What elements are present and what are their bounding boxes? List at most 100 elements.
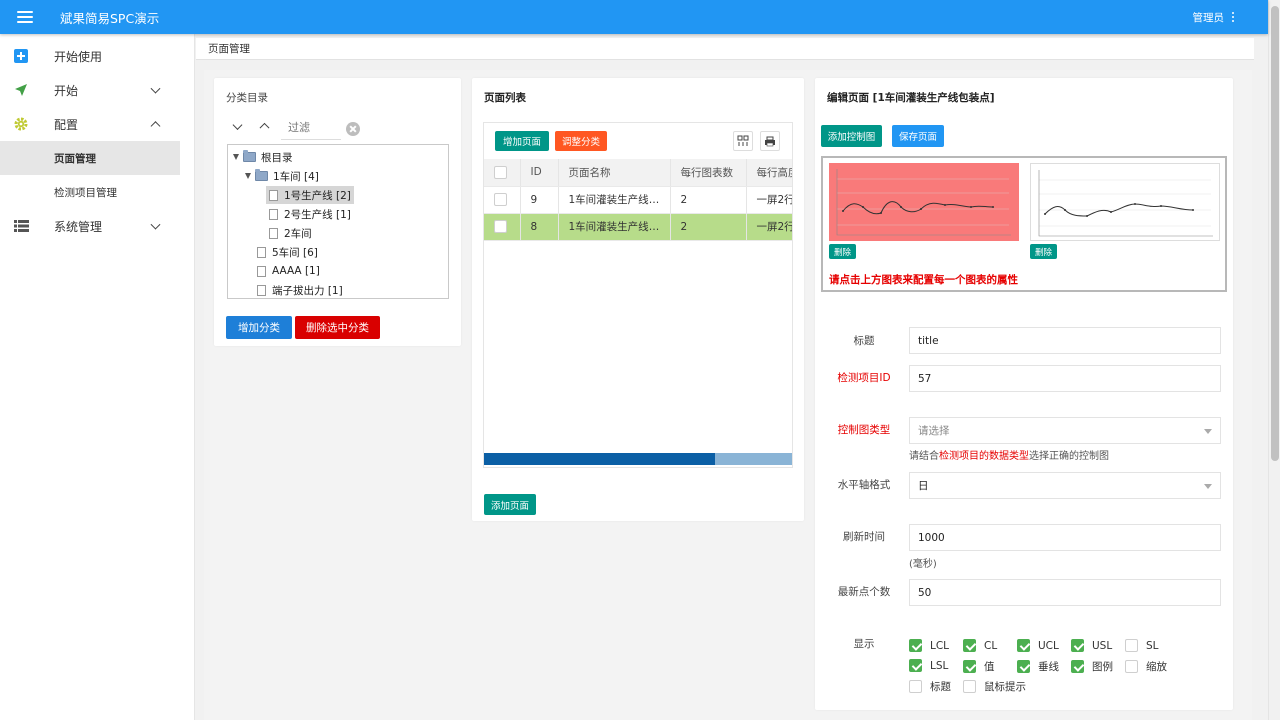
select-all-checkbox[interactable]	[494, 165, 507, 179]
checkbox-checked-icon[interactable]	[1017, 639, 1030, 652]
display-option[interactable]: 缩放	[1125, 659, 1167, 674]
menu-icon[interactable]	[17, 11, 33, 23]
column-header-height[interactable]: 每行高度	[746, 159, 792, 187]
display-option[interactable]: 图例	[1071, 659, 1113, 674]
points-input[interactable]: 50	[909, 579, 1221, 606]
add-page-footer-button[interactable]: 添加页面	[484, 494, 536, 515]
category-tree: 根目录 1车间 [4] 1号生产线 [2] 2号生产线 [1] 2车间 5车间 …	[227, 144, 449, 299]
display-option[interactable]: UCL	[1017, 639, 1059, 652]
chart-type-select[interactable]: 请选择	[909, 417, 1221, 444]
sidebar-item-start[interactable]: 开始	[0, 73, 194, 107]
row-checkbox[interactable]	[494, 220, 507, 233]
tree-node-workshop-1[interactable]: 1车间 [4]	[245, 167, 319, 185]
checkbox-unchecked-icon[interactable]	[1125, 639, 1138, 652]
checkbox-checked-icon[interactable]	[909, 639, 922, 652]
table-horizontal-scrollbar[interactable]	[484, 453, 792, 465]
delete-chart-1-button[interactable]: 删除	[829, 244, 856, 259]
refresh-input[interactable]: 1000	[909, 524, 1221, 551]
delete-category-button[interactable]: 删除选中分类	[295, 316, 380, 339]
page-scrollbar-thumb[interactable]	[1271, 6, 1279, 461]
tree-node-line-1[interactable]: 1号生产线 [2]	[266, 186, 354, 204]
checkbox-checked-icon[interactable]	[1071, 660, 1084, 673]
tree-node-terminal-pull[interactable]: 端子拔出力 [1]	[257, 281, 343, 299]
delete-chart-2-button[interactable]: 删除	[1030, 244, 1057, 259]
app-title: 斌果简易SPC演示	[60, 10, 160, 26]
cell-id: 9	[520, 186, 559, 214]
sidebar-item-page-management[interactable]: 页面管理	[0, 141, 180, 175]
expand-triangle-icon[interactable]	[233, 154, 239, 160]
checkbox-unchecked-icon[interactable]	[1125, 660, 1138, 673]
collapse-all-icon[interactable]	[259, 122, 270, 133]
display-option[interactable]: CL	[963, 639, 997, 652]
tree-node-root[interactable]: 根目录	[233, 148, 293, 166]
adjust-category-button[interactable]: 调整分类	[555, 131, 607, 151]
sidebar-item-getting-started[interactable]: 开始使用	[0, 39, 194, 73]
folder-icon	[255, 169, 268, 181]
tree-node-label: 2号生产线 [1]	[284, 208, 351, 221]
document-icon	[257, 265, 266, 277]
tree-node-label: 根目录	[261, 151, 293, 164]
add-page-button[interactable]: 增加页面	[495, 131, 549, 151]
table-row[interactable]: 8 1车间灌装生产线包装点 2 一屏2行	[484, 213, 792, 241]
table-scrollbar-thumb[interactable]	[484, 453, 715, 465]
chevron-down-icon	[150, 219, 161, 230]
add-category-button[interactable]: 增加分类	[226, 316, 292, 339]
tree-node-aaaa[interactable]: AAAA [1]	[257, 262, 320, 280]
display-option[interactable]: USL	[1071, 639, 1112, 652]
checkbox-cell	[484, 213, 521, 241]
title-input[interactable]: title	[909, 327, 1221, 354]
sidebar-item-system[interactable]: 系统管理	[0, 209, 194, 243]
display-option[interactable]: 标题	[909, 679, 951, 694]
display-option-label: LCL	[930, 639, 950, 652]
display-option[interactable]: LCL	[909, 639, 949, 652]
add-chart-button[interactable]: 添加控制图	[821, 125, 882, 147]
points-label: 最新点个数	[837, 586, 891, 598]
help-text-pre: 请结合	[909, 451, 939, 462]
checkbox-checked-icon[interactable]	[963, 660, 976, 673]
column-header-per-row[interactable]: 每行图表数	[670, 159, 747, 187]
document-icon	[269, 189, 278, 201]
page-list-panel: 页面列表 增加页面 调整分类 ID 页面名称 每行图表数 每行高 9 1车间灌装…	[472, 78, 804, 521]
user-name: 管理员	[1192, 11, 1225, 24]
column-header-name[interactable]: 页面名称	[558, 159, 671, 187]
sidebar-item-inspection-items[interactable]: 检测项目管理	[0, 175, 194, 209]
checkbox-unchecked-icon[interactable]	[963, 680, 976, 693]
expand-all-icon[interactable]	[232, 120, 243, 130]
sidebar-item-config[interactable]: 配置	[0, 107, 194, 141]
chart-preview[interactable]	[1030, 163, 1220, 241]
checkbox-checked-icon[interactable]	[1017, 660, 1030, 673]
expand-triangle-icon[interactable]	[245, 173, 251, 179]
column-header-id[interactable]: ID	[520, 159, 559, 187]
row-checkbox[interactable]	[494, 193, 507, 206]
checkbox-checked-icon[interactable]	[1071, 639, 1084, 652]
checkbox-checked-icon[interactable]	[963, 639, 976, 652]
print-icon[interactable]	[760, 131, 780, 151]
display-option[interactable]: 垂线	[1017, 659, 1059, 674]
tree-node-workshop-2[interactable]: 2车间	[269, 224, 312, 242]
tree-filter-input[interactable]	[281, 116, 341, 140]
display-option[interactable]: 值	[963, 659, 995, 674]
display-option-label: USL	[1092, 639, 1113, 652]
refresh-label: 刷新时间	[843, 531, 885, 543]
tree-node-line-2[interactable]: 2号生产线 [1]	[269, 205, 351, 223]
axis-format-select[interactable]: 日	[909, 472, 1221, 499]
chart-preview-selected[interactable]	[829, 163, 1019, 241]
display-option[interactable]: LSL	[909, 659, 948, 672]
user-menu[interactable]: 管理员	[1192, 10, 1234, 25]
display-option[interactable]: SL	[1125, 639, 1159, 652]
clear-filter-icon[interactable]	[346, 122, 360, 136]
sidebar: 开始使用 开始 配置 页面管理 检测项目管理 系统管理	[0, 34, 195, 720]
display-option[interactable]: 鼠标提示	[963, 679, 1026, 694]
page-scrollbar[interactable]	[1268, 0, 1280, 720]
table-row[interactable]: 9 1车间灌装生产线包装点 2 一屏2行	[484, 186, 792, 214]
tree-node-workshop-5[interactable]: 5车间 [6]	[257, 243, 318, 261]
checkbox-unchecked-icon[interactable]	[909, 680, 922, 693]
item-id-input[interactable]: 57	[909, 365, 1221, 392]
save-page-button[interactable]: 保存页面	[892, 125, 944, 147]
cell-id: 8	[520, 213, 559, 241]
checkbox-checked-icon[interactable]	[909, 659, 922, 672]
tree-node-label: 5车间 [6]	[272, 246, 318, 259]
plus-box-icon	[13, 48, 29, 64]
columns-icon[interactable]	[733, 131, 753, 151]
display-option-label: 值	[984, 661, 995, 673]
